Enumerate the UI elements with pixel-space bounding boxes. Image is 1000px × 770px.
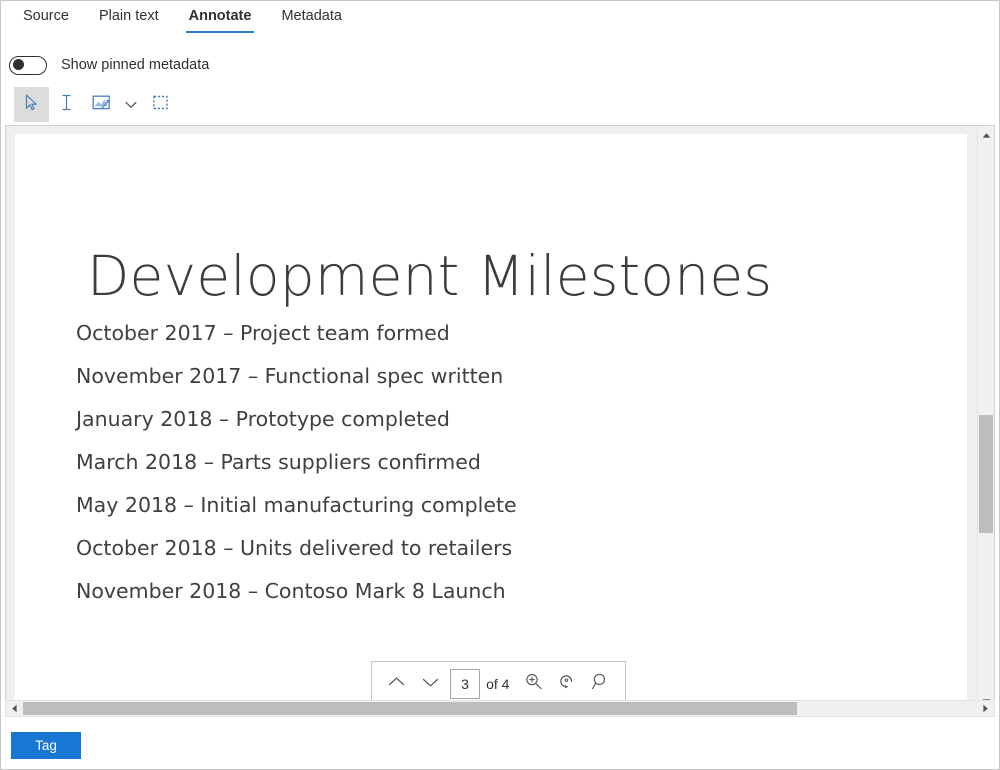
- page-number-input[interactable]: [450, 669, 480, 699]
- list-item: May 2018 – Initial manufacturing complet…: [76, 484, 776, 527]
- tab-annotate-label: Annotate: [189, 8, 252, 24]
- scroll-right-button[interactable]: [977, 701, 994, 716]
- page-title: Development Milestones: [87, 244, 772, 308]
- list-item: November 2017 – Functional spec written: [76, 355, 776, 398]
- image-edit-icon: [92, 94, 111, 116]
- list-item: October 2018 – Units delivered to retail…: [76, 527, 776, 570]
- search-button[interactable]: [584, 668, 616, 700]
- region-select-tool[interactable]: [143, 87, 178, 122]
- tab-plain-text[interactable]: Plain text: [89, 1, 169, 34]
- tab-source[interactable]: Source: [13, 1, 79, 34]
- rotate-button[interactable]: [551, 668, 583, 700]
- cursor-arrow-icon: [24, 94, 39, 116]
- list-item: October 2017 – Project team formed: [76, 312, 776, 355]
- tab-metadata-label: Metadata: [281, 8, 341, 24]
- tab-plain-text-label: Plain text: [99, 8, 159, 24]
- image-tool-dropdown-button[interactable]: [119, 87, 143, 122]
- zoom-in-button[interactable]: [517, 668, 549, 700]
- horizontal-scrollbar-thumb[interactable]: [23, 702, 797, 715]
- annotate-view-window: Source Plain text Annotate Metadata Show…: [0, 0, 1000, 770]
- chevron-down-icon: [125, 96, 137, 114]
- image-annotation-tool[interactable]: [84, 87, 119, 122]
- tag-button[interactable]: Tag: [11, 732, 81, 759]
- scroll-up-arrow-icon: [982, 126, 991, 144]
- tab-source-label: Source: [23, 8, 69, 24]
- rotate-icon: [557, 672, 576, 696]
- pinned-metadata-row: Show pinned metadata: [9, 53, 209, 77]
- document-viewer: Development Milestones October 2017 – Pr…: [5, 125, 995, 710]
- text-ibeam-icon: [60, 94, 73, 116]
- list-item: January 2018 – Prototype completed: [76, 398, 776, 441]
- annotation-toolbar: [14, 87, 178, 122]
- magnifier-icon: [591, 672, 610, 696]
- magnifier-plus-icon: [524, 672, 543, 696]
- dashed-rectangle-icon: [152, 94, 169, 116]
- scroll-right-arrow-icon: [982, 700, 989, 718]
- list-item: November 2018 – Contoso Mark 8 Launch: [76, 570, 776, 613]
- show-pinned-metadata-label: Show pinned metadata: [61, 57, 209, 73]
- document-page: Development Milestones October 2017 – Pr…: [15, 134, 967, 710]
- tab-metadata[interactable]: Metadata: [271, 1, 351, 34]
- scroll-up-button[interactable]: [978, 126, 994, 143]
- show-pinned-metadata-toggle[interactable]: [9, 56, 47, 75]
- horizontal-scrollbar[interactable]: [5, 700, 995, 717]
- chevron-down-icon: [422, 675, 439, 693]
- vertical-scrollbar[interactable]: [977, 126, 994, 709]
- chevron-up-icon: [388, 675, 405, 693]
- scroll-left-button[interactable]: [6, 701, 23, 716]
- next-page-button[interactable]: [415, 668, 447, 700]
- milestone-list: October 2017 – Project team formed Novem…: [76, 312, 776, 613]
- view-tabs: Source Plain text Annotate Metadata: [1, 1, 999, 36]
- toggle-knob: [13, 59, 24, 70]
- tab-annotate[interactable]: Annotate: [179, 1, 262, 34]
- previous-page-button[interactable]: [381, 668, 413, 700]
- vertical-scrollbar-thumb[interactable]: [979, 415, 993, 533]
- list-item: March 2018 – Parts suppliers confirmed: [76, 441, 776, 484]
- page-count-label: of 4: [486, 676, 509, 692]
- select-pointer-tool[interactable]: [14, 87, 49, 122]
- text-annotation-tool[interactable]: [49, 87, 84, 122]
- scroll-left-arrow-icon: [11, 700, 18, 718]
